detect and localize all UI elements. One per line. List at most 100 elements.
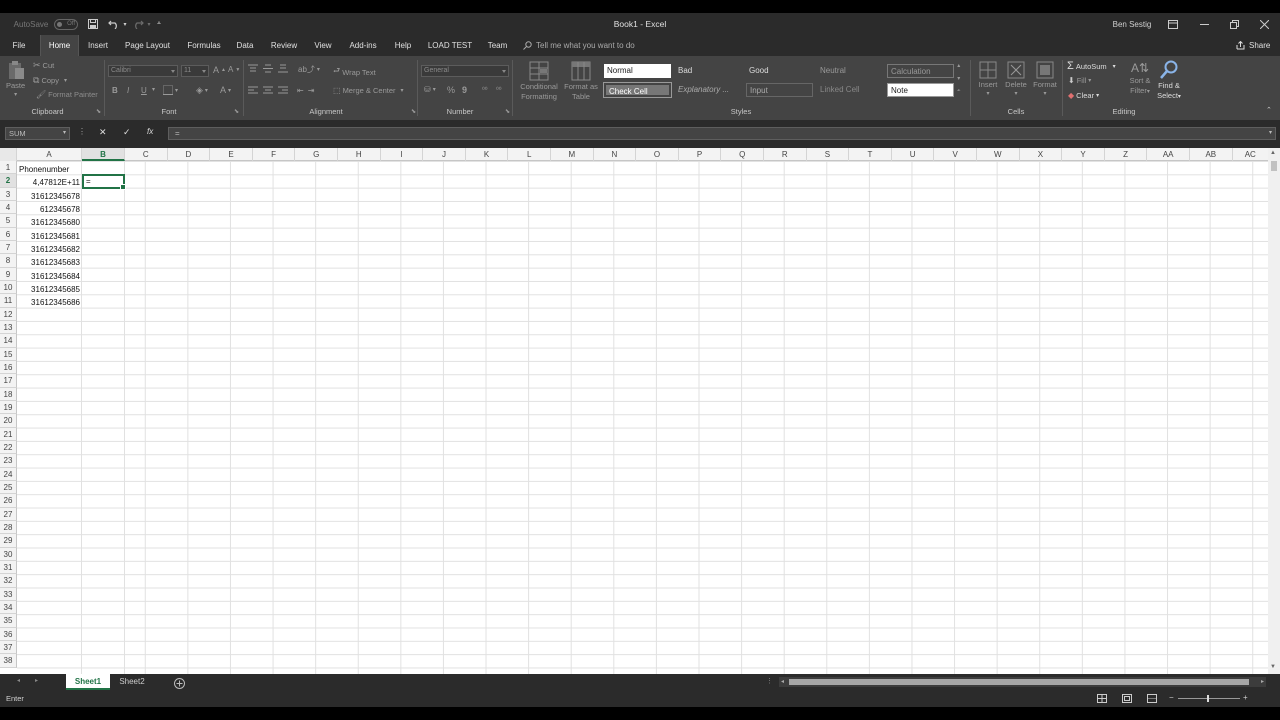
column-header[interactable]: W — [977, 148, 1020, 161]
increase-decimal-button[interactable]: ⁰⁰ — [482, 86, 488, 94]
column-header[interactable]: Q — [721, 148, 764, 161]
row-header[interactable]: 28 — [0, 520, 17, 535]
undo-icon[interactable] — [106, 13, 122, 35]
row-header[interactable]: 4 — [0, 200, 17, 215]
formula-input[interactable]: = ▾ — [168, 127, 1276, 140]
style-normal[interactable]: Normal — [604, 64, 671, 78]
style-check-cell[interactable]: Check Cell — [603, 82, 672, 98]
tab-page-layout[interactable]: Page Layout — [120, 35, 175, 56]
undo-dropdown-icon[interactable]: ▾ — [121, 13, 129, 35]
style-good[interactable]: Good — [746, 64, 813, 78]
user-name[interactable]: Ben Sestig — [1100, 13, 1164, 35]
column-header[interactable]: R — [764, 148, 807, 161]
merge-center-button[interactable]: ⬚ Merge & Center ▾ — [333, 86, 404, 95]
fill-button[interactable]: ⬇ Fill ▾ — [1068, 76, 1091, 85]
ribbon-display-icon[interactable] — [1165, 13, 1181, 35]
customize-qat-icon[interactable]: ⩡ — [154, 13, 164, 35]
zoom-slider-thumb[interactable] — [1207, 695, 1209, 702]
active-cell-b2[interactable]: = — [82, 174, 126, 190]
dialog-launcher-icon[interactable]: ⬊ — [411, 108, 416, 115]
font-color-button[interactable]: A ▾ — [220, 85, 231, 95]
page-break-view-icon[interactable] — [1147, 694, 1157, 705]
tell-me-search[interactable]: Tell me what you want to do — [523, 35, 653, 56]
cell-a10[interactable]: 31612345685 — [17, 283, 82, 296]
row-header[interactable]: 37 — [0, 640, 17, 655]
format-as-table-button[interactable]: Format as Table — [563, 61, 599, 101]
number-format-combo[interactable]: General — [421, 65, 509, 77]
row-header[interactable]: 10 — [0, 280, 17, 295]
vertical-scrollbar[interactable]: ▲ ▼ — [1268, 148, 1280, 674]
row-header[interactable]: 7 — [0, 240, 17, 255]
bold-button[interactable]: B — [112, 86, 118, 95]
tab-data[interactable]: Data — [232, 35, 258, 56]
close-icon[interactable] — [1256, 13, 1272, 35]
collapse-ribbon-icon[interactable]: ⌃ — [1266, 106, 1272, 114]
dialog-launcher-icon[interactable]: ⬊ — [234, 108, 239, 115]
column-b-cells[interactable] — [82, 161, 125, 674]
cell-a8[interactable]: 31612345683 — [17, 256, 82, 269]
share-button[interactable]: Share — [1236, 35, 1278, 56]
scroll-right-icon[interactable]: ▸ — [1261, 678, 1264, 685]
grow-font-button[interactable]: A ▲ — [213, 65, 226, 75]
scroll-left-icon[interactable]: ◂ — [781, 678, 784, 685]
zoom-in-icon[interactable]: + — [1243, 693, 1248, 702]
normal-view-icon[interactable] — [1097, 694, 1107, 705]
row-header[interactable]: 31 — [0, 560, 17, 575]
restore-icon[interactable] — [1226, 13, 1242, 35]
row-header[interactable]: 35 — [0, 614, 17, 628]
row-header[interactable]: 29 — [0, 534, 17, 548]
underline-dropdown-icon[interactable]: ▾ — [152, 86, 155, 93]
borders-button[interactable]: ▾ — [163, 85, 178, 95]
cell-a11[interactable]: 31612345686 — [17, 296, 82, 309]
page-layout-view-icon[interactable] — [1122, 694, 1132, 705]
row-header[interactable]: 36 — [0, 627, 17, 641]
column-header[interactable]: AA — [1147, 148, 1190, 161]
row-header[interactable]: 25 — [0, 480, 17, 495]
style-explanatory[interactable]: Explanatory ... — [675, 83, 742, 97]
zoom-out-icon[interactable]: − — [1169, 693, 1174, 702]
row-header[interactable]: 2 — [0, 174, 17, 188]
indent-buttons[interactable]: ⇤ ⇥ — [297, 86, 314, 95]
row-header[interactable]: 32 — [0, 574, 17, 588]
tab-help[interactable]: Help — [391, 35, 415, 56]
column-header[interactable]: Z — [1105, 148, 1148, 161]
decrease-decimal-button[interactable]: ⁰⁰ — [496, 86, 502, 94]
column-header[interactable]: AC — [1233, 148, 1268, 161]
column-header[interactable]: M — [551, 148, 594, 161]
row-header[interactable]: 30 — [0, 547, 17, 561]
row-header[interactable]: 23 — [0, 454, 17, 468]
tab-file[interactable]: File — [5, 35, 33, 56]
column-header[interactable]: AB — [1190, 148, 1233, 161]
column-header[interactable]: S — [807, 148, 850, 161]
cell-a4[interactable]: 612345678 — [17, 203, 82, 216]
vertical-scroll-thumb[interactable] — [1271, 161, 1277, 171]
horizontal-scrollbar[interactable]: ◂ ▸ — [779, 677, 1266, 687]
shrink-font-button[interactable]: A ▼ — [228, 65, 240, 74]
worksheet-grid[interactable]: A B C D E F G H I J K L M N O P Q R S T … — [0, 148, 1268, 674]
scroll-down-icon[interactable]: ▼ — [1270, 664, 1276, 670]
horizontal-scroll-thumb[interactable] — [789, 679, 1249, 685]
cell-a1[interactable]: Phonenumber — [19, 163, 69, 176]
column-header[interactable]: V — [934, 148, 977, 161]
row-header[interactable]: 8 — [0, 254, 17, 268]
column-header[interactable]: Y — [1062, 148, 1105, 161]
sheet-tab-sheet1[interactable]: Sheet1 — [66, 674, 110, 690]
clear-button[interactable]: ◆ Clear ▾ — [1068, 91, 1099, 100]
row-header[interactable]: 11 — [0, 294, 17, 308]
column-header[interactable]: D — [168, 148, 211, 161]
scroll-up-icon[interactable]: ▲ — [1270, 150, 1276, 156]
cell-a6[interactable]: 31612345681 — [17, 230, 82, 243]
dialog-launcher-icon[interactable]: ⬊ — [505, 108, 510, 115]
select-all-corner[interactable] — [0, 148, 17, 161]
column-header[interactable]: C — [125, 148, 168, 161]
minimize-icon[interactable] — [1196, 13, 1212, 35]
row-header[interactable]: 15 — [0, 347, 17, 361]
column-header[interactable]: L — [508, 148, 551, 161]
row-header[interactable]: 22 — [0, 440, 17, 455]
save-icon[interactable] — [86, 13, 100, 35]
name-box-dropdown-icon[interactable]: ▾ — [63, 128, 66, 139]
font-size-combo[interactable]: 11 — [181, 65, 209, 77]
style-input[interactable]: Input — [746, 83, 813, 97]
dialog-launcher-icon[interactable]: ⬊ — [96, 108, 101, 115]
row-header[interactable]: 20 — [0, 414, 17, 428]
